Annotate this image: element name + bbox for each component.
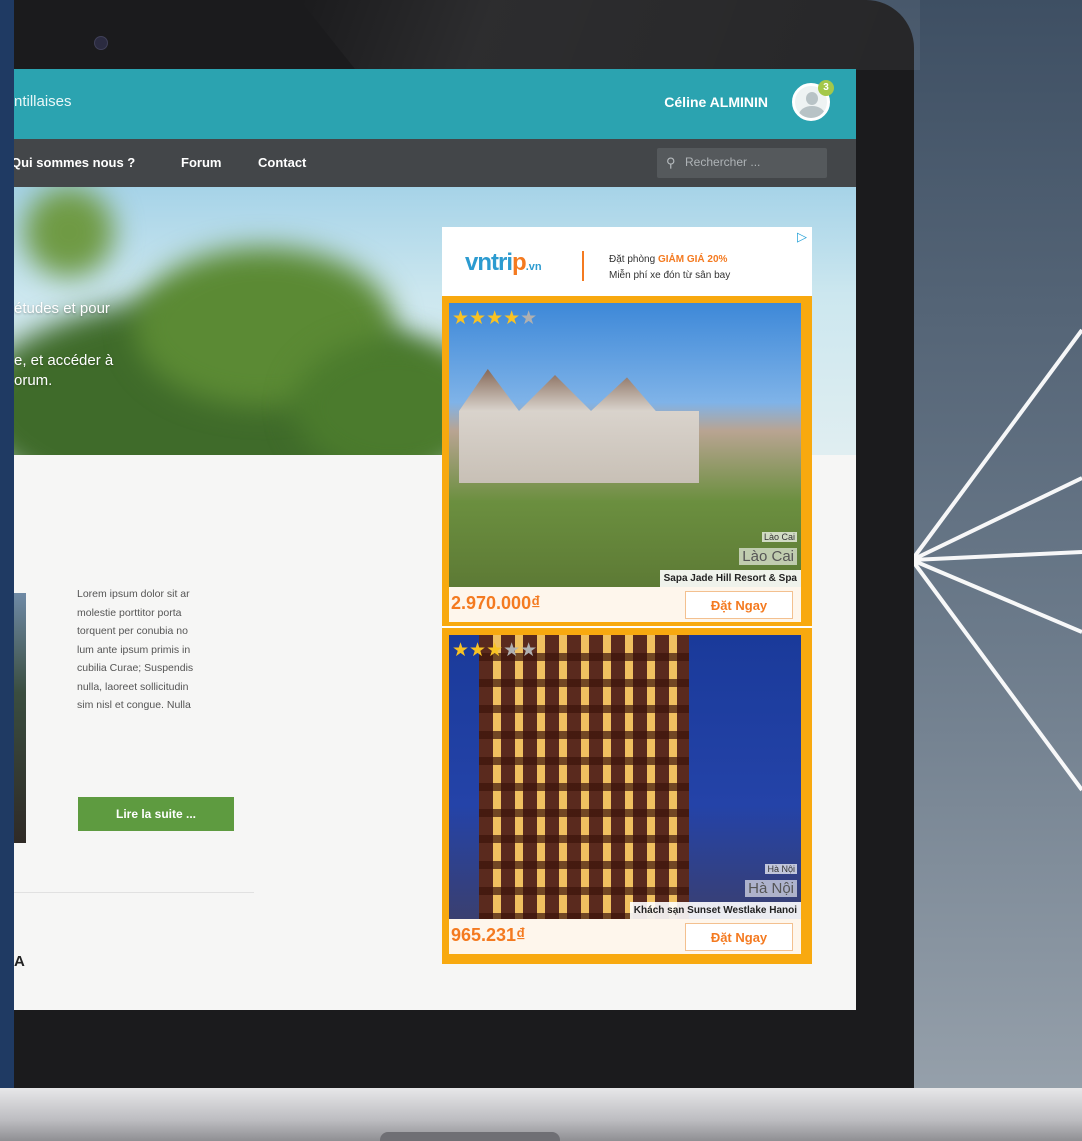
search-box[interactable]: ⚲ — [657, 148, 827, 178]
promo-highlight: GIẢM GIÁ 20% — [657, 254, 728, 265]
read-more-button[interactable]: Lire la suite ... — [78, 797, 234, 831]
laptop-screen: ntillaises Céline ALMININ 3 Qui sommes n… — [14, 69, 856, 1010]
site-brand[interactable]: ntillaises — [14, 93, 72, 110]
article-line: cubilia Curae; Suspendis — [77, 662, 194, 674]
hotel-rating: ★★★★★ — [452, 639, 537, 662]
logo-text-main: vntri — [465, 249, 513, 276]
star-rating-empty: ★★ — [503, 640, 538, 661]
star-rating-empty: ★ — [520, 308, 538, 329]
promo-line2: Miễn phí xe đón từ sân bay — [609, 270, 731, 281]
hotel-ad[interactable]: ▷ vntrip.vn Đặt phòng GIẢM GIÁ 20% Miễn … — [442, 227, 812, 964]
laptop-base-notch — [380, 1132, 560, 1141]
article-excerpt: Lorem ipsum dolor sit ar molestie portti… — [77, 585, 263, 715]
vntrip-logo[interactable]: vntrip.vn — [465, 249, 542, 277]
next-section-heading: A — [14, 953, 25, 970]
hero-text-line: études et pour — [14, 300, 110, 317]
article-line: torquent per conubia no — [77, 625, 188, 637]
logo-text-suffix: .vn — [525, 261, 542, 273]
article-photo — [14, 593, 26, 843]
book-now-button[interactable]: Đặt Ngay — [685, 591, 793, 619]
hotel-city-small: Hà Nội — [765, 864, 797, 874]
promo-prefix: Đặt phòng — [609, 254, 658, 265]
adchoices-icon[interactable]: ▷ — [794, 229, 810, 245]
hero-text-line: e, et accéder à — [14, 352, 114, 369]
hero-foliage — [24, 187, 114, 277]
article-line: lum ante ipsum primis in — [77, 643, 191, 656]
hero-text-line: orum. — [14, 372, 53, 389]
hotel-building-shading — [479, 635, 689, 919]
hotel-price: 965.231₫ — [451, 925, 526, 945]
hotel-photo: ★★★★★ Lào Cai Lào Cai Sapa Jade Hill Res… — [449, 303, 801, 587]
nav-item-contact[interactable]: Contact — [258, 155, 306, 170]
book-now-button[interactable]: Đặt Ngay — [685, 923, 793, 951]
hotel-rating: ★★★★★ — [452, 307, 537, 330]
ad-promo-text: Đặt phòng GIẢM GIÁ 20% Miễn phí xe đón t… — [609, 252, 730, 284]
article-line: Lorem ipsum dolor sit ar — [77, 588, 190, 600]
hotel-photo: ★★★★★ Hà Nội Hà Nội Khách sạn Sunset Wes… — [449, 635, 801, 919]
star-rating-filled: ★★★★ — [452, 308, 521, 329]
search-icon: ⚲ — [666, 155, 676, 170]
laptop-bottom-bezel — [14, 1010, 856, 1088]
lid-reflection — [300, 0, 920, 70]
nav-item-about[interactable]: Qui sommes nous ? — [14, 155, 135, 170]
avatar-body-shape — [799, 106, 825, 118]
logo-text-p: p — [512, 249, 527, 276]
section-divider — [14, 892, 254, 893]
user-name[interactable]: Céline ALMININ — [664, 94, 768, 110]
article-line: molestie porttitor porta — [77, 606, 182, 619]
hotel-name: Khách sạn Sunset Westlake Hanoi — [629, 902, 801, 919]
nav-item-forum[interactable]: Forum — [181, 155, 221, 170]
hotel-card-footer: 965.231₫ Đặt Ngay — [449, 919, 801, 954]
ad-separator — [582, 251, 584, 281]
hotel-city: Lào Cai — [739, 548, 797, 565]
notification-badge[interactable]: 3 — [818, 80, 834, 96]
article-line: nulla, laoreet sollicitudin — [77, 680, 189, 693]
hotel-card-footer: 2.970.000₫ Đặt Ngay — [449, 587, 801, 622]
main-navigation: Qui sommes nous ? Forum Contact ⚲ — [14, 139, 856, 187]
hotel-city: Hà Nội — [745, 880, 797, 897]
hotel-price: 2.970.000₫ — [451, 593, 541, 613]
hotel-name: Sapa Jade Hill Resort & Spa — [659, 570, 801, 587]
webcam — [94, 36, 108, 50]
avatar-head-shape — [806, 92, 818, 105]
top-header: ntillaises Céline ALMININ 3 — [14, 69, 856, 139]
hotel-city-small: Lào Cai — [761, 532, 797, 542]
star-rating-filled: ★★★ — [452, 640, 504, 661]
hotel-card[interactable]: ★★★★★ Lào Cai Lào Cai Sapa Jade Hill Res… — [442, 296, 812, 626]
search-input[interactable] — [683, 154, 822, 170]
hotel-building-shape — [459, 369, 699, 483]
hotel-card[interactable]: ★★★★★ Hà Nội Hà Nội Khách sạn Sunset Wes… — [442, 628, 812, 964]
article-line: sim nisl et congue. Nulla — [77, 699, 191, 711]
